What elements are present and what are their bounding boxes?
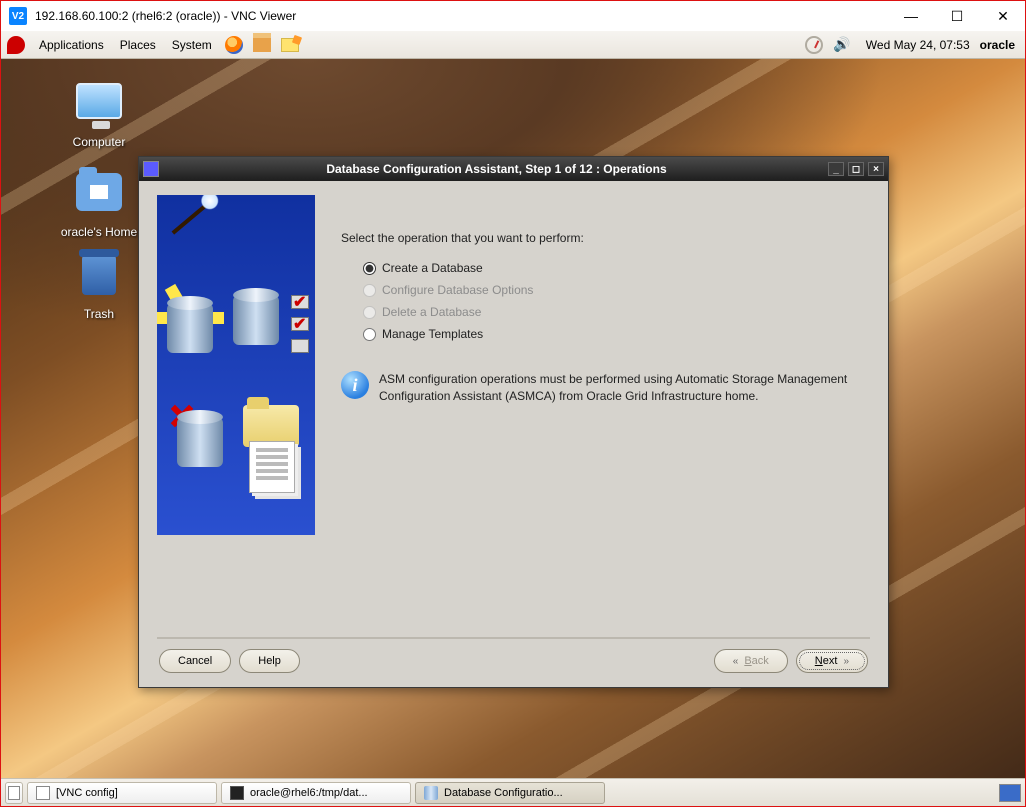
- task-label: Database Configuratio...: [444, 787, 563, 799]
- desktop-icon: [8, 786, 20, 800]
- notes-icon[interactable]: [279, 34, 301, 56]
- workspace-switcher[interactable]: [999, 784, 1021, 802]
- info-row: i ASM configuration operations must be p…: [341, 371, 870, 406]
- menu-applications[interactable]: Applications: [31, 38, 112, 52]
- back-button[interactable]: «Back: [714, 649, 788, 673]
- task-vnc-config[interactable]: [VNC config]: [27, 782, 217, 804]
- option-manage-templates[interactable]: Manage Templates: [363, 327, 870, 341]
- close-button[interactable]: ✕: [989, 2, 1017, 30]
- dbca-window: Database Configuration Assistant, Step 1…: [138, 156, 889, 688]
- task-label: oracle@rhel6:/tmp/dat...: [250, 787, 368, 799]
- vnc-titlebar: V2 192.168.60.100:2 (rhel6:2 (oracle)) -…: [1, 1, 1025, 31]
- dbca-close-button[interactable]: ×: [868, 162, 884, 176]
- radio-delete[interactable]: [363, 306, 376, 319]
- checkbox-icon: [291, 295, 309, 309]
- task-dbca[interactable]: Database Configuratio...: [415, 782, 605, 804]
- dbca-title-text: Database Configuration Assistant, Step 1…: [165, 162, 828, 176]
- radio-create[interactable]: [363, 262, 376, 275]
- task-label: [VNC config]: [56, 787, 118, 799]
- info-icon: i: [341, 371, 369, 399]
- operation-options: Create a Database Configure Database Opt…: [363, 261, 870, 341]
- option-label: Manage Templates: [382, 327, 483, 341]
- option-configure-database[interactable]: Configure Database Options: [363, 283, 870, 297]
- info-text: ASM configuration operations must be per…: [379, 371, 870, 406]
- task-terminal[interactable]: oracle@rhel6:/tmp/dat...: [221, 782, 411, 804]
- dbca-window-controls: _ ◻ ×: [828, 162, 884, 176]
- option-label: Create a Database: [382, 261, 483, 275]
- redhat-logo-icon[interactable]: [7, 36, 25, 54]
- trash-icon: [82, 255, 116, 295]
- home-folder-icon: [76, 173, 122, 211]
- desktop-label: oracle's Home: [49, 225, 149, 239]
- package-icon[interactable]: [251, 34, 273, 56]
- show-desktop-button[interactable]: [5, 782, 23, 804]
- prompt-label: Select the operation that you want to pe…: [341, 231, 870, 245]
- user-menu[interactable]: oracle: [980, 38, 1015, 52]
- database-icon: [424, 786, 438, 800]
- dbca-app-icon: [143, 161, 159, 177]
- vnc-window: V2 192.168.60.100:2 (rhel6:2 (oracle)) -…: [0, 0, 1026, 807]
- computer-icon: [76, 83, 122, 119]
- minimize-button[interactable]: —: [897, 2, 925, 30]
- database-cylinder-icon: [233, 295, 279, 345]
- wizard-sidebar-image: [157, 195, 315, 535]
- wand-icon: [172, 199, 213, 234]
- papers-icon: [249, 441, 295, 493]
- dbca-titlebar[interactable]: Database Configuration Assistant, Step 1…: [139, 157, 888, 181]
- next-button[interactable]: Next»: [796, 649, 868, 673]
- gnome-bottom-panel: [VNC config] oracle@rhel6:/tmp/dat... Da…: [1, 778, 1025, 806]
- cancel-button[interactable]: Cancel: [159, 649, 231, 673]
- option-delete-database[interactable]: Delete a Database: [363, 305, 870, 319]
- window-icon: [36, 786, 50, 800]
- clock[interactable]: Wed May 24, 07:53: [866, 38, 970, 52]
- option-label: Delete a Database: [382, 305, 481, 319]
- radio-configure[interactable]: [363, 284, 376, 297]
- window-controls: — ☐ ✕: [897, 2, 1017, 30]
- menu-system[interactable]: System: [164, 38, 220, 52]
- dbca-main: Select the operation that you want to pe…: [157, 195, 870, 631]
- dbca-form: Select the operation that you want to pe…: [335, 195, 870, 631]
- dbca-body: Select the operation that you want to pe…: [139, 181, 888, 687]
- chevron-right-icon: »: [843, 656, 849, 667]
- wizard-button-row: Cancel Help «Back Next»: [157, 637, 870, 673]
- dbca-minimize-button[interactable]: _: [828, 162, 844, 176]
- dbca-maximize-button[interactable]: ◻: [848, 162, 864, 176]
- database-cylinder-icon: [177, 417, 223, 467]
- database-cylinder-icon: [167, 303, 213, 353]
- option-create-database[interactable]: Create a Database: [363, 261, 870, 275]
- maximize-button[interactable]: ☐: [943, 2, 971, 30]
- cpu-meter-icon[interactable]: [803, 34, 825, 56]
- desktop-icon-home[interactable]: oracle's Home: [49, 167, 149, 239]
- desktop-icon-computer[interactable]: Computer: [49, 83, 149, 149]
- checkbox-icon: [291, 317, 309, 331]
- vnc-logo-icon: V2: [9, 7, 27, 25]
- desktop-label: Trash: [49, 307, 149, 321]
- radio-templates[interactable]: [363, 328, 376, 341]
- desktop-icon-trash[interactable]: Trash: [49, 251, 149, 321]
- volume-icon[interactable]: 🔊: [831, 34, 853, 56]
- menu-places[interactable]: Places: [112, 38, 164, 52]
- firefox-icon[interactable]: [223, 34, 245, 56]
- chevron-left-icon: «: [733, 656, 739, 667]
- option-label: Configure Database Options: [382, 283, 533, 297]
- desktop-label: Computer: [49, 135, 149, 149]
- terminal-icon: [230, 786, 244, 800]
- gnome-top-panel: Applications Places System 🔊 Wed May 24,…: [1, 31, 1025, 59]
- checkbox-icon: [291, 339, 309, 353]
- help-button[interactable]: Help: [239, 649, 300, 673]
- desktop[interactable]: Computer oracle's Home Trash Database Co…: [1, 59, 1025, 778]
- vnc-title: 192.168.60.100:2 (rhel6:2 (oracle)) - VN…: [35, 9, 897, 23]
